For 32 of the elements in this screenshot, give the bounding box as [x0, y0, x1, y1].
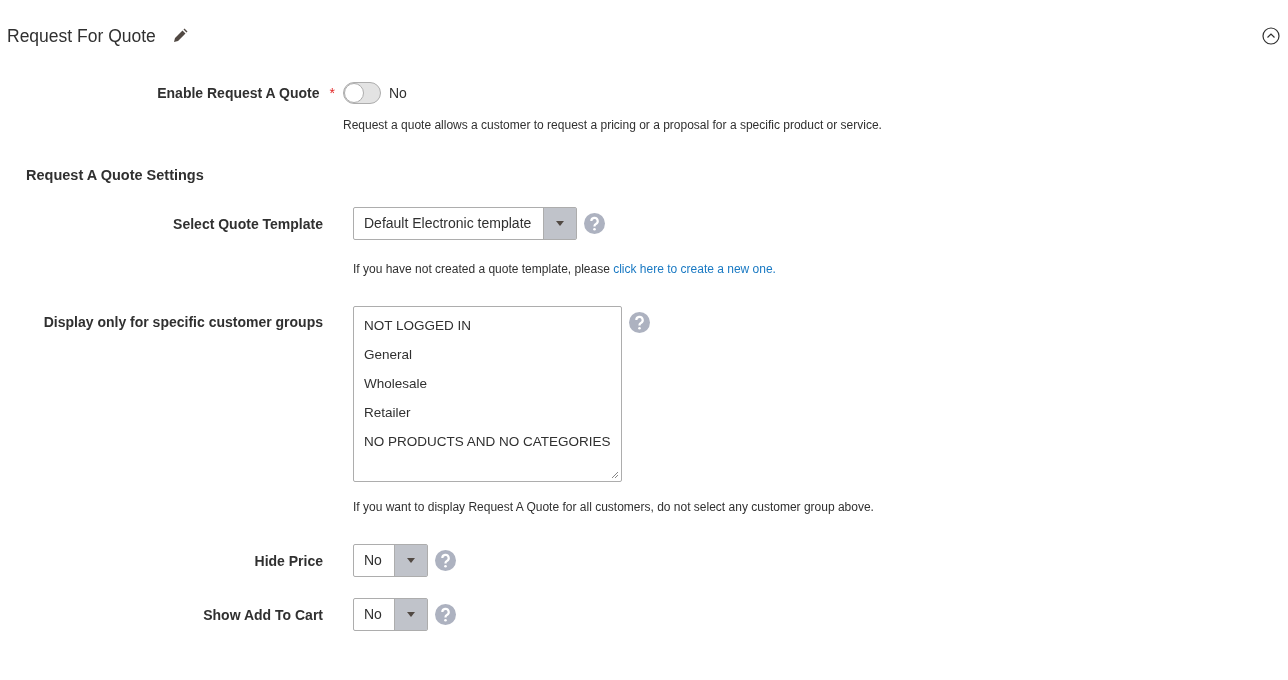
create-template-link[interactable]: click here to create a new one. — [613, 261, 776, 276]
list-option[interactable]: NOT LOGGED IN — [354, 310, 621, 340]
section-title: Request For Quote — [7, 25, 156, 47]
list-option[interactable]: Wholesale — [354, 368, 621, 398]
required-mark: * — [329, 83, 335, 103]
pencil-icon[interactable] — [171, 28, 188, 44]
help-icon[interactable] — [584, 212, 606, 234]
select-field[interactable]: No — [353, 597, 428, 631]
field-note: Request a quote allows a customer to request a pricing or a proposal for a specific product or service. — [343, 117, 883, 134]
field-label: Display only for specific customer groups — [42, 312, 323, 332]
field-label: Hide Price — [253, 551, 323, 571]
resize-grip-icon[interactable] — [610, 470, 619, 479]
help-icon[interactable] — [628, 311, 650, 333]
caret-icon — [406, 557, 415, 563]
field-label: Select Quote Template — [172, 214, 323, 234]
caret-icon — [406, 611, 415, 617]
help-icon[interactable] — [434, 549, 456, 571]
list-option[interactable]: NO PRODUCTS AND NO CATEGORIES — [354, 426, 621, 456]
section-subtitle: Request A Quote Settings — [25, 166, 205, 185]
select-field[interactable]: No — [353, 543, 428, 577]
caret-icon — [556, 220, 565, 226]
list-option[interactable]: General — [354, 339, 621, 369]
field-note: If you want to display Request A Quote for all customers, do not select any customer group above. — [353, 498, 874, 516]
field-label: Show Add To Cart — [202, 605, 323, 625]
toggle-switch[interactable] — [343, 82, 381, 104]
collapse-icon[interactable] — [1262, 27, 1280, 45]
field-note: If you have not created a quote template, please click here to create a new one. — [353, 260, 776, 278]
select-field[interactable]: Default Electronic template — [353, 206, 578, 240]
field-label: Enable Request A Quote — [157, 83, 320, 103]
toggle-state: No — [389, 83, 407, 103]
list-option[interactable]: Retailer — [354, 397, 621, 427]
help-icon[interactable] — [434, 603, 456, 625]
